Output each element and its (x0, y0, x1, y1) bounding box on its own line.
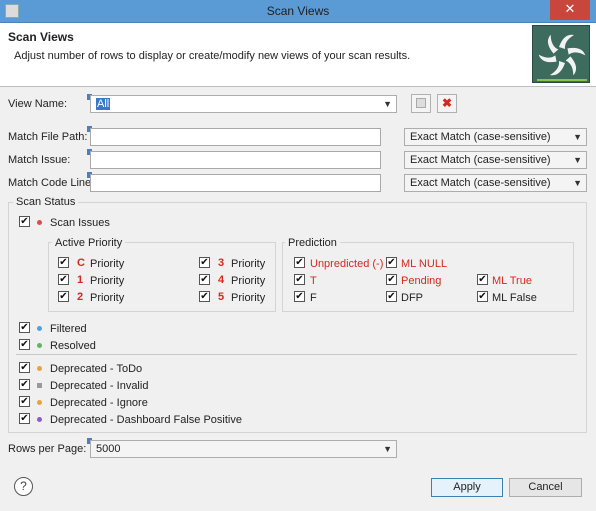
t-label: T (310, 275, 317, 287)
deprecated-ignore-dot-icon (37, 400, 42, 405)
view-name-label: View Name: (8, 98, 68, 110)
prediction-title: Prediction (285, 237, 340, 249)
match-code-line-input[interactable] (90, 174, 381, 192)
match-code-line-label: Match Code Line: (8, 177, 95, 189)
filtered-dot-icon (37, 326, 42, 331)
header-description: Adjust number of rows to display or crea… (14, 50, 411, 62)
dialog-header: Scan Views Adjust number of rows to disp… (0, 23, 596, 87)
pinwheel-logo-icon (532, 25, 590, 83)
deprecated-invalid-label: Deprecated - Invalid (50, 380, 149, 392)
scan-issues-dot-icon (37, 220, 42, 225)
pending-label: Pending (401, 275, 442, 287)
chevron-down-icon: ▼ (383, 99, 392, 109)
divider (16, 354, 577, 355)
priority-3-letter: 3 (218, 257, 225, 269)
deprecated-dfp-label: Deprecated - Dashboard False Positive (50, 414, 242, 426)
filtered-label: Filtered (50, 323, 87, 335)
chevron-down-icon: ▼ (573, 178, 582, 188)
t-checkbox[interactable]: ✔ (294, 274, 305, 285)
save-view-button[interactable] (411, 94, 431, 113)
match-file-path-mode-value: Exact Match (case-sensitive) (410, 131, 551, 143)
dfp-label: DFP (401, 292, 423, 304)
ml-false-checkbox[interactable]: ✔ (477, 291, 488, 302)
apply-button[interactable]: Apply (431, 478, 503, 497)
deprecated-todo-dot-icon (37, 366, 42, 371)
save-icon (416, 98, 426, 108)
help-icon[interactable]: ? (14, 477, 33, 496)
priority-5-checkbox[interactable]: ✔ (199, 291, 210, 302)
match-issue-input[interactable] (90, 151, 381, 169)
dfp-checkbox[interactable]: ✔ (386, 291, 397, 302)
ml-false-label: ML False (492, 292, 537, 304)
f-checkbox[interactable]: ✔ (294, 291, 305, 302)
rows-per-page-select[interactable]: 5000 ▼ (90, 440, 397, 458)
priority-5-letter: 5 (218, 291, 225, 303)
priority-1-label: Priority (90, 275, 125, 287)
view-name-select[interactable]: All ▼ (90, 95, 397, 113)
header-title: Scan Views (8, 30, 74, 44)
priority-c-letter: C (77, 257, 85, 269)
deprecated-todo-checkbox[interactable]: ✔ (19, 362, 30, 373)
scan-issues-label: Scan Issues (50, 217, 110, 229)
scan-issues-checkbox[interactable]: ✔ (19, 216, 30, 227)
priority-3-checkbox[interactable]: ✔ (199, 257, 210, 268)
priority-c-checkbox[interactable]: ✔ (58, 257, 69, 268)
priority-1-letter: 1 (77, 274, 84, 286)
priority-1-checkbox[interactable]: ✔ (58, 274, 69, 285)
delete-icon: ✖ (441, 96, 453, 110)
priority-2-label: Priority (90, 292, 125, 304)
chevron-down-icon: ▼ (383, 444, 392, 454)
match-issue-mode-select[interactable]: Exact Match (case-sensitive) ▼ (404, 151, 587, 169)
priority-4-letter: 4 (218, 274, 225, 286)
view-name-value: All (96, 98, 111, 110)
chevron-down-icon: ▼ (573, 132, 582, 142)
priority-3-label: Priority (231, 258, 266, 270)
rows-per-page-value: 5000 (96, 443, 121, 455)
priority-2-letter: 2 (77, 291, 84, 303)
close-button[interactable]: ✕ (550, 0, 590, 20)
match-file-path-mode-select[interactable]: Exact Match (case-sensitive) ▼ (404, 128, 587, 146)
deprecated-dfp-dot-icon (37, 417, 42, 422)
match-code-line-mode-value: Exact Match (case-sensitive) (410, 177, 551, 189)
pending-checkbox[interactable]: ✔ (386, 274, 397, 285)
resolved-label: Resolved (50, 340, 96, 352)
resolved-checkbox[interactable]: ✔ (19, 339, 30, 350)
active-priority-title: Active Priority (52, 237, 126, 249)
priority-5-label: Priority (231, 292, 266, 304)
f-label: F (310, 292, 317, 304)
filtered-checkbox[interactable]: ✔ (19, 322, 30, 333)
ml-null-label: ML NULL (401, 258, 448, 270)
deprecated-invalid-dot-icon (37, 383, 42, 388)
deprecated-todo-label: Deprecated - ToDo (50, 363, 143, 375)
unpredicted-checkbox[interactable]: ✔ (294, 257, 305, 268)
deprecated-invalid-checkbox[interactable]: ✔ (19, 379, 30, 390)
ml-true-checkbox[interactable]: ✔ (477, 274, 488, 285)
ml-null-checkbox[interactable]: ✔ (386, 257, 397, 268)
match-code-line-mode-select[interactable]: Exact Match (case-sensitive) ▼ (404, 174, 587, 192)
priority-c-label: Priority (90, 258, 125, 270)
deprecated-ignore-checkbox[interactable]: ✔ (19, 396, 30, 407)
rows-per-page-label: Rows per Page: (8, 443, 87, 455)
match-file-path-label: Match File Path: (8, 131, 88, 143)
unpredicted-label: Unpredicted (-) (310, 258, 384, 270)
priority-4-label: Priority (231, 275, 266, 287)
priority-4-checkbox[interactable]: ✔ (199, 274, 210, 285)
window-title: Scan Views (266, 4, 330, 18)
cancel-button[interactable]: Cancel (509, 478, 582, 497)
resolved-dot-icon (37, 343, 42, 348)
priority-2-checkbox[interactable]: ✔ (58, 291, 69, 302)
title-bar: Scan Views ✕ (0, 0, 596, 23)
match-issue-label: Match Issue: (8, 154, 71, 166)
delete-view-button[interactable]: ✖ (437, 94, 457, 113)
chevron-down-icon: ▼ (573, 155, 582, 165)
ml-true-label: ML True (492, 275, 532, 287)
deprecated-ignore-label: Deprecated - Ignore (50, 397, 148, 409)
scan-status-title: Scan Status (13, 196, 79, 208)
match-file-path-input[interactable] (90, 128, 381, 146)
deprecated-dfp-checkbox[interactable]: ✔ (19, 413, 30, 424)
match-issue-mode-value: Exact Match (case-sensitive) (410, 154, 551, 166)
